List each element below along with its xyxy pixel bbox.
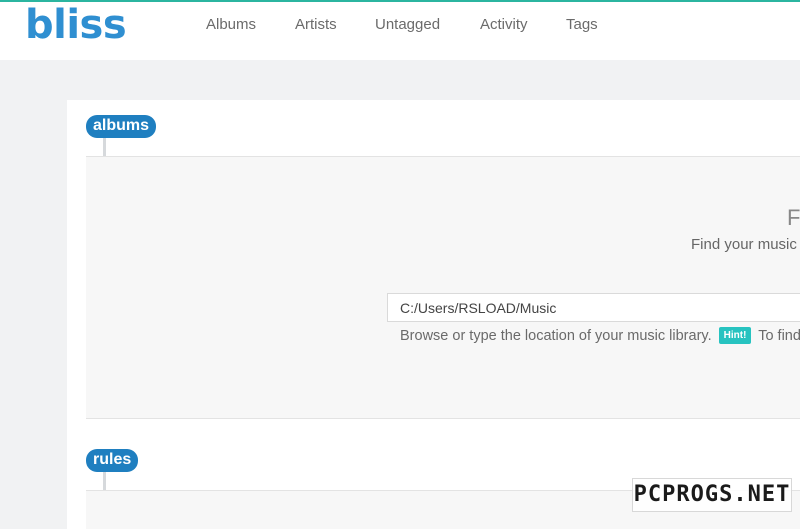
top-nav-bar: bliss Albums Artists Untagged Activity T… [0,0,800,60]
albums-section-label: albums [86,115,157,138]
helper-text: Browse or type the location of your musi… [400,328,712,344]
library-helper-text: Browse or type the location of your musi… [400,327,800,344]
albums-heading: F [787,205,800,230]
nav-item-albums[interactable]: Albums [206,16,256,33]
albums-section-box [86,156,800,419]
nav-item-untagged[interactable]: Untagged [375,16,440,33]
watermark-logo: PCPROGS.NET [632,478,792,512]
nav-item-artists[interactable]: Artists [295,16,337,33]
rules-section-label: rules [86,449,139,472]
albums-subtitle: Find your music [691,236,797,253]
hint-button[interactable]: Hint! [718,327,752,344]
helper-text-tail: To find [758,328,800,344]
left-gutter [0,60,67,529]
bliss-logo[interactable]: bliss [25,2,127,48]
library-path-input[interactable] [387,293,800,322]
nav-item-tags[interactable]: Tags [566,16,598,33]
nav-item-activity[interactable]: Activity [480,16,528,33]
